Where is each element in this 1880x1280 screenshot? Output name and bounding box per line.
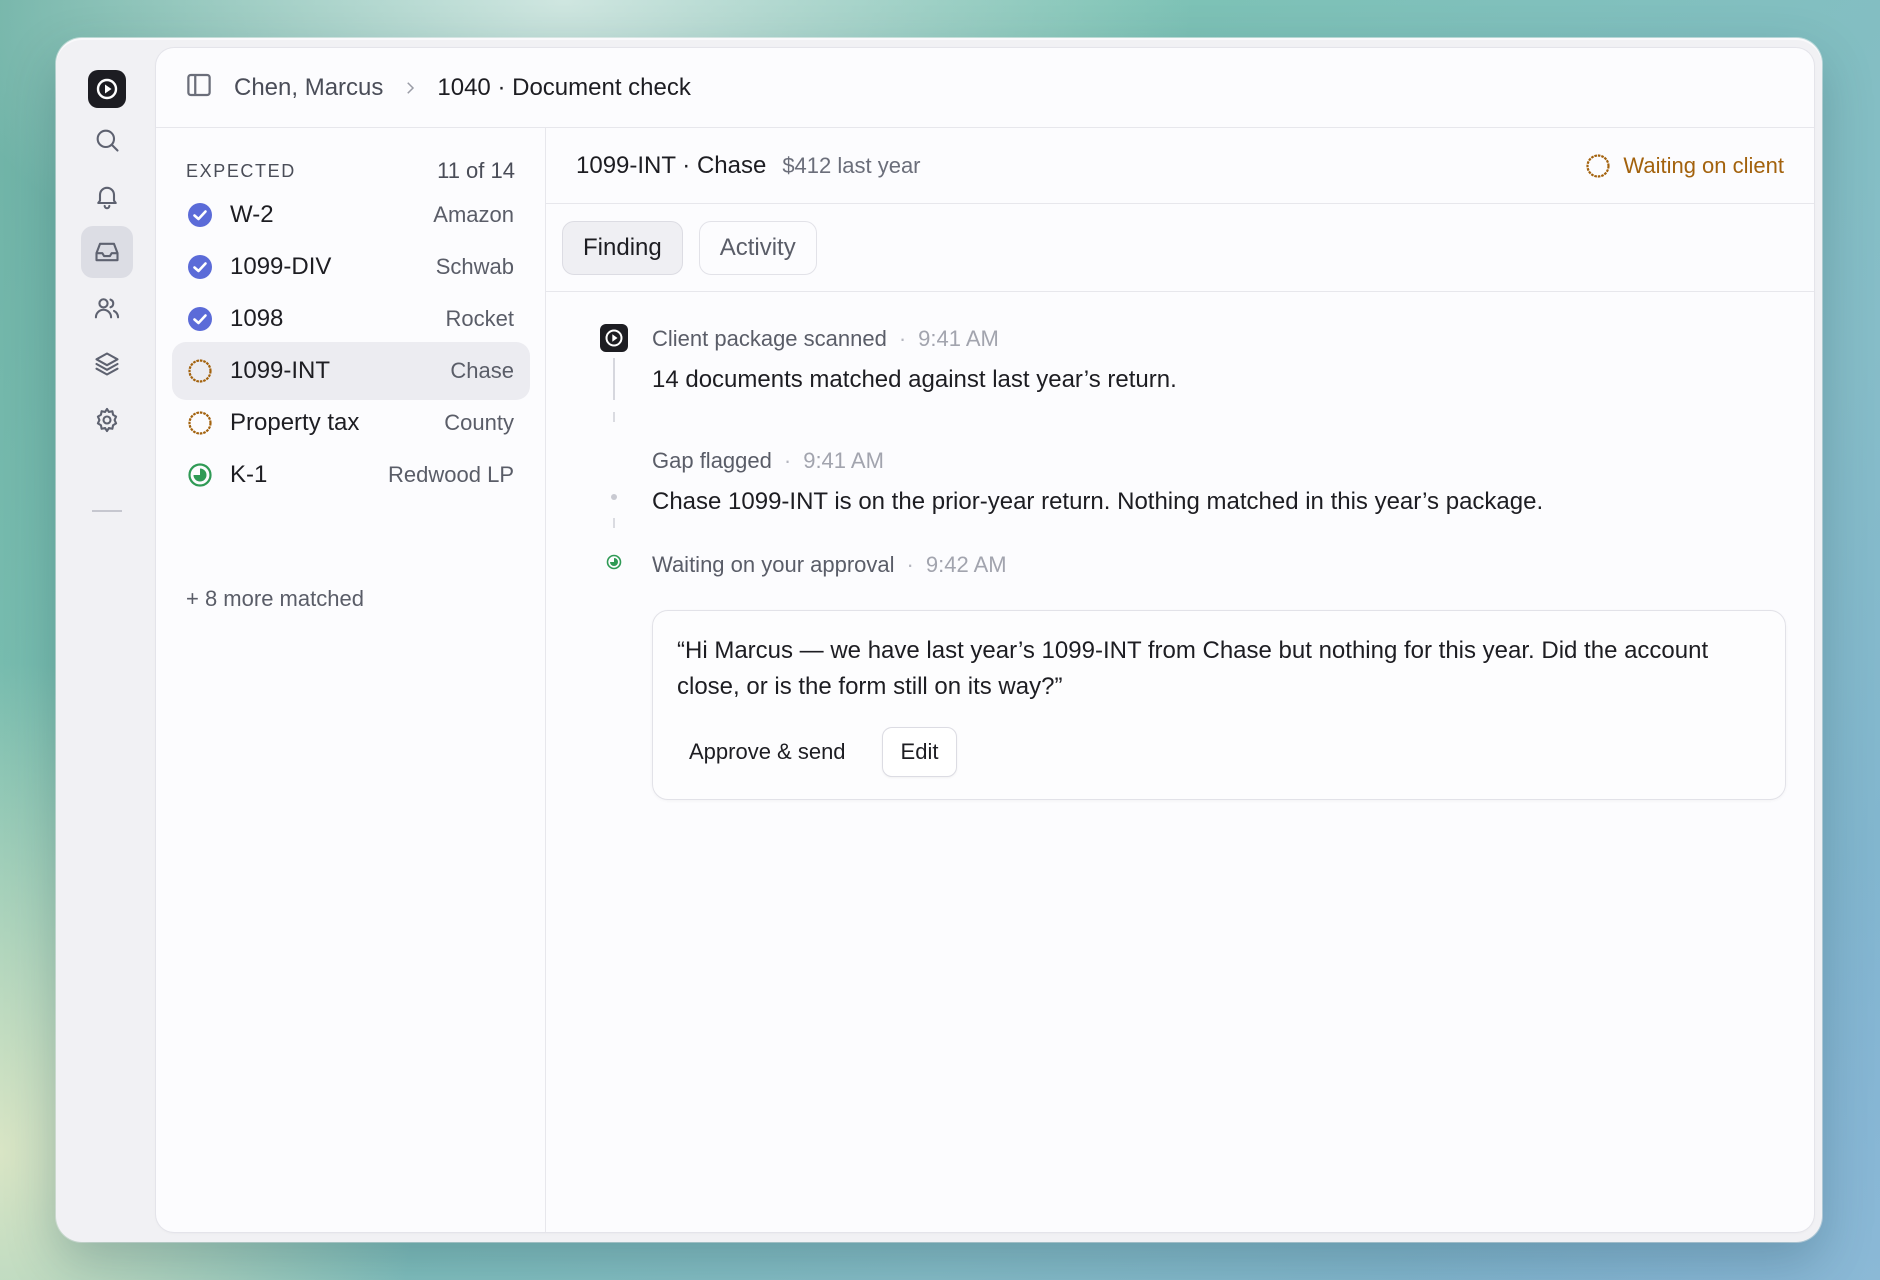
check-circle-icon xyxy=(186,253,214,281)
detail-amount: $412 last year xyxy=(782,152,921,178)
nav-rail xyxy=(56,38,156,1242)
doc-issuer: Redwood LP xyxy=(388,462,514,487)
expected-documents-sidebar: EXPECTED 11 of 14 W-2 Amazon 1099-DIV Sc… xyxy=(156,128,546,1232)
event-time: 9:42 AM xyxy=(925,552,1007,577)
gear-icon xyxy=(96,407,118,433)
sidebar-toggle-icon xyxy=(187,73,211,97)
bell-icon xyxy=(97,186,117,210)
check-circle-icon xyxy=(186,305,214,333)
main-panel: Chen, Marcus 1040 · Document check EXPEC… xyxy=(156,48,1814,1232)
rail-search-button[interactable] xyxy=(81,114,133,166)
event-body: 14 documents matched against last year’s… xyxy=(652,366,1177,393)
doc-issuer: Rocket xyxy=(445,306,514,331)
page-title: 1040 · Document check xyxy=(437,73,691,101)
doc-item-w2[interactable]: W-2 Amazon xyxy=(172,186,530,244)
pending-circle-icon xyxy=(1586,153,1610,178)
separator-dot: · xyxy=(783,448,792,473)
event-time: 9:41 AM xyxy=(918,326,999,351)
timeline-dash xyxy=(613,412,615,422)
edit-button[interactable]: Edit xyxy=(881,727,958,777)
rail-divider xyxy=(92,510,122,512)
rail-settings-button[interactable] xyxy=(81,394,133,446)
inbox-icon xyxy=(95,242,119,262)
doc-name: K-1 xyxy=(230,461,268,488)
logo-icon xyxy=(600,324,628,352)
app-logo-small xyxy=(600,324,628,357)
pending-circle-icon xyxy=(186,357,214,385)
event-header: Waiting on your approval · 9:42 AM xyxy=(652,552,1007,578)
doc-item-1098[interactable]: 1098 Rocket xyxy=(172,290,530,348)
event-title: Waiting on your approval xyxy=(652,552,895,577)
search-icon xyxy=(96,129,119,152)
draft-message-text: “Hi Marcus — we have last year’s 1099-IN… xyxy=(677,637,1709,700)
timeline-dash xyxy=(613,518,615,528)
separator-dot: · xyxy=(906,552,914,577)
chevron-right-icon xyxy=(401,79,419,97)
doc-name: W-2 xyxy=(230,201,274,228)
doc-item-1099-div[interactable]: 1099-DIV Schwab xyxy=(172,238,530,296)
activity-feed: Client package scanned · 9:41 AM 14 docu… xyxy=(546,292,1814,1232)
expected-count: 11 of 14 xyxy=(437,158,515,183)
document-detail: 1099-INT · Chase $412 last year Waiting … xyxy=(546,128,1814,1232)
timeline-dot xyxy=(611,494,617,500)
doc-item-1099-int[interactable]: 1099-INT Chase xyxy=(172,342,530,400)
tab-activity[interactable]: Activity xyxy=(698,220,817,275)
more-matched-link[interactable]: + 8 more matched xyxy=(186,586,364,612)
logo-icon xyxy=(96,78,118,100)
layers-icon xyxy=(95,352,119,376)
doc-issuer: Amazon xyxy=(433,202,514,227)
doc-issuer: County xyxy=(444,410,514,435)
doc-issuer: Chase xyxy=(450,358,514,383)
detail-tabs: Finding Activity xyxy=(546,204,1814,292)
timeline-line xyxy=(613,358,615,400)
progress-circle-icon xyxy=(186,461,214,489)
event-time: 9:41 AM xyxy=(803,448,884,473)
doc-name: 1099-INT xyxy=(230,357,331,384)
detail-header: 1099-INT · Chase $412 last year Waiting … xyxy=(546,128,1814,204)
rail-clients-button[interactable] xyxy=(81,282,133,334)
progress-circle-icon xyxy=(606,554,622,575)
doc-item-k1[interactable]: K-1 Redwood LP xyxy=(172,446,530,504)
event-title: Gap flagged xyxy=(652,448,772,473)
status-badge: Waiting on client xyxy=(1585,153,1784,179)
rail-notifications-button[interactable] xyxy=(81,170,133,222)
event-header: Gap flagged · 9:41 AM xyxy=(652,448,884,474)
pending-circle-icon xyxy=(186,409,214,437)
doc-name: 1098 xyxy=(230,305,284,332)
app-logo[interactable] xyxy=(88,70,126,108)
event-header: Client package scanned · 9:41 AM xyxy=(652,326,999,352)
separator-dot: · xyxy=(898,326,907,351)
doc-name: Property tax xyxy=(230,409,360,436)
tab-finding[interactable]: Finding xyxy=(562,220,683,275)
users-icon xyxy=(94,298,120,319)
approve-send-button[interactable]: Approve & send xyxy=(671,727,864,777)
check-circle-icon xyxy=(186,201,214,229)
doc-issuer: Schwab xyxy=(435,254,514,279)
app-window: Chen, Marcus 1040 · Document check EXPEC… xyxy=(56,38,1822,1242)
doc-item-property-tax[interactable]: Property tax County xyxy=(172,394,530,452)
event-title: Client package scanned xyxy=(652,326,887,351)
doc-name: 1099-DIV xyxy=(230,253,332,280)
breadcrumb: Chen, Marcus 1040 · Document check xyxy=(156,48,1814,128)
sidebar-toggle-button[interactable] xyxy=(184,70,214,105)
status-text: Waiting on client xyxy=(1623,152,1784,178)
breadcrumb-client-link[interactable]: Chen, Marcus xyxy=(234,74,383,102)
expected-label: EXPECTED xyxy=(186,160,296,181)
rail-layers-button[interactable] xyxy=(81,338,133,390)
detail-title: 1099-INT · Chase xyxy=(576,151,767,179)
rail-inbox-button[interactable] xyxy=(81,226,133,278)
event-body: Chase 1099-INT is on the prior-year retu… xyxy=(652,488,1544,515)
draft-message-card: “Hi Marcus — we have last year’s 1099-IN… xyxy=(652,610,1786,800)
